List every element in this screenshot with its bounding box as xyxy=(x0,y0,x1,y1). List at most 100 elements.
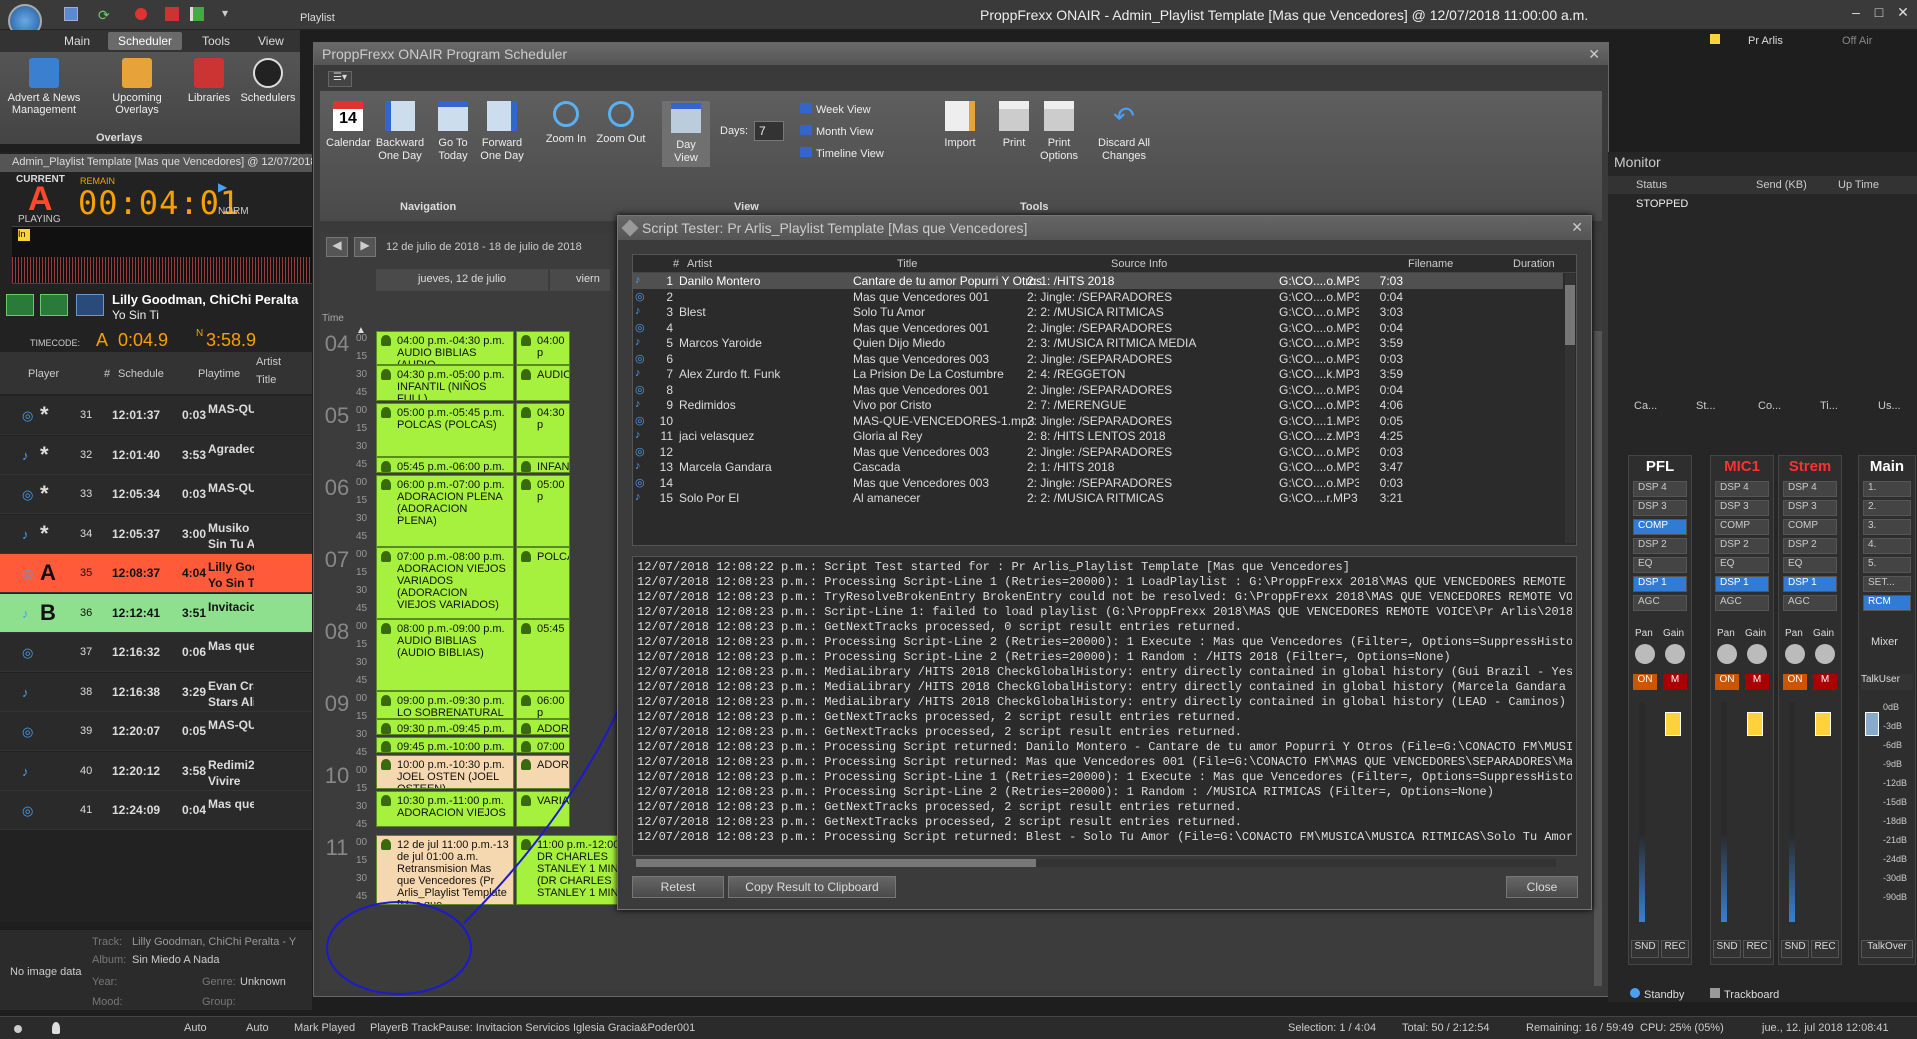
print-button[interactable]: Print xyxy=(996,101,1032,150)
dsp-slot[interactable]: DSP 3 xyxy=(1715,500,1769,516)
result-row[interactable]: ◎ 2 Mas que Vencedores 001 2: Jingle: /SEPA… xyxy=(633,289,1563,305)
schedule-event[interactable]: 09:45 p.m.-10:00 p.m. xyxy=(376,737,514,753)
backward-button[interactable]: Backward One Day xyxy=(374,101,426,163)
dsp-slot[interactable]: DSP 3 xyxy=(1633,500,1687,516)
col-filename-header[interactable]: Filename xyxy=(1408,258,1453,270)
schedule-event[interactable]: 06:00 p xyxy=(516,691,570,719)
dsp-slot[interactable]: AGC xyxy=(1783,595,1837,611)
result-row[interactable]: ◎ 14 Mas que Vencedores 003 2: Jingle: /SEP… xyxy=(633,475,1563,491)
dsp-slot[interactable]: 4. xyxy=(1863,538,1911,554)
tab-co[interactable]: Co... xyxy=(1758,400,1781,412)
result-row[interactable]: ♪ 9 Redimidos Vivo por Cristo 2: 7: /MERENGU… xyxy=(633,397,1563,413)
col-player[interactable]: Player xyxy=(28,368,59,380)
col-playtime[interactable]: Playtime xyxy=(198,368,240,380)
log-hscroll[interactable] xyxy=(636,859,1556,867)
tab-main[interactable]: Main xyxy=(54,32,100,50)
scheduler-close-icon[interactable]: ✕ xyxy=(1588,46,1600,63)
schedulers-button[interactable]: Schedulers xyxy=(240,58,296,104)
list-scrollbar[interactable] xyxy=(1565,273,1575,543)
schedule-event[interactable]: 04:30 p xyxy=(516,403,570,457)
scheduler-menu-icon[interactable]: ☰▾ xyxy=(328,71,352,87)
col-schedule[interactable]: Schedule xyxy=(118,368,164,380)
schedule-event[interactable]: 12 de jul 11:00 p.m.-13 de jul 01:00 a.m… xyxy=(376,835,514,905)
off-air-status[interactable]: Off Air xyxy=(1842,35,1872,47)
pan-knob[interactable] xyxy=(1635,644,1655,664)
snd-button[interactable]: SND xyxy=(1781,940,1809,958)
playlist-row[interactable]: ♪ * 34 12:05:37 3:00MusikoSin Tu Ar xyxy=(0,514,312,554)
next-button[interactable] xyxy=(40,294,68,316)
col-num[interactable]: # xyxy=(104,368,110,380)
day-header-2[interactable]: viern xyxy=(550,269,610,291)
close-icon[interactable]: ✕ xyxy=(1892,4,1914,24)
gain-knob[interactable] xyxy=(1747,644,1767,664)
dsp-slot[interactable]: COMP xyxy=(1783,519,1837,535)
col-artist[interactable]: Artist xyxy=(256,356,281,368)
schedule-event[interactable]: 05:00 p xyxy=(516,475,570,547)
list-scroll-thumb[interactable] xyxy=(1565,285,1575,345)
advert-news-button[interactable]: Advert & News Management xyxy=(4,58,84,116)
playlist-row[interactable]: ◎ 37 12:16:32 0:06 Mas que xyxy=(0,633,312,672)
day-view-button[interactable]: Day View xyxy=(662,101,710,167)
gain-knob[interactable] xyxy=(1815,644,1835,664)
dsp-slot[interactable]: 1. xyxy=(1863,481,1911,497)
result-row[interactable]: ♪ 11 jaci velasquez Gloria al Rey 2: 8: /HIT… xyxy=(633,428,1563,444)
tab-scheduler[interactable]: Scheduler xyxy=(108,32,183,50)
tab-ca[interactable]: Ca... xyxy=(1634,400,1657,412)
pan-knob[interactable] xyxy=(1785,644,1805,664)
playlist-row[interactable]: ♪ 40 12:20:12 3:58 Redimi2 Vivire xyxy=(0,751,312,791)
dsp-slot[interactable]: 5. xyxy=(1863,557,1911,573)
result-row[interactable]: ◎ 8 Mas que Vencedores 001 2: Jingle: /SEPA… xyxy=(633,382,1563,398)
col-duration-header[interactable]: Duration xyxy=(1513,258,1555,270)
week-view-button[interactable]: Week View xyxy=(800,103,871,116)
mark-played-label[interactable]: Mark Played xyxy=(294,1022,355,1034)
playlist-row[interactable]: ◎ 41 12:24:09 0:04 Mas que xyxy=(0,791,312,830)
schedule-event[interactable]: 04:00 p.m.-04:30 p.m. AUDIO BIBLIAS (AUD… xyxy=(376,331,514,365)
schedule-event[interactable]: INFANT xyxy=(516,457,570,473)
on-button[interactable]: ON xyxy=(1715,674,1739,690)
dsp-slot[interactable]: DSP 1 xyxy=(1783,576,1837,592)
dsp-slot[interactable]: 2. xyxy=(1863,500,1911,516)
quick-refresh-icon[interactable]: ⟳ xyxy=(98,7,114,23)
rec-button[interactable]: REC xyxy=(1743,940,1771,958)
schedule-event[interactable]: ADORA xyxy=(516,755,570,789)
goto-today-button[interactable]: Go To Today xyxy=(432,101,474,163)
talkuser-button[interactable]: TalkUser xyxy=(1861,674,1913,690)
dsp-slot[interactable]: DSP 4 xyxy=(1633,481,1687,497)
playlist-row[interactable]: ◎ * 31 12:01:37 0:03MAS-QUI xyxy=(0,396,312,435)
snd-button[interactable]: SND xyxy=(1713,940,1741,958)
quick-save-icon[interactable] xyxy=(64,7,78,21)
tab-st[interactable]: St... xyxy=(1696,400,1716,412)
dsp-slot[interactable]: EQ xyxy=(1715,557,1769,573)
trackboard-button[interactable]: Trackboard xyxy=(1710,988,1779,1001)
days-input[interactable]: 7 xyxy=(754,121,784,141)
monitor-col-send[interactable]: Send (KB) xyxy=(1756,179,1807,191)
quick-record-icon[interactable] xyxy=(135,8,147,20)
dsp-slot[interactable]: DSP 4 xyxy=(1715,481,1769,497)
dsp-slot[interactable]: SET... xyxy=(1863,576,1911,592)
playlist-row[interactable]: ♪ 38 12:16:38 3:29Evan CraStars Alig xyxy=(0,672,312,712)
forward-button[interactable]: Forward One Day xyxy=(478,101,526,163)
timeline-view-button[interactable]: Timeline View xyxy=(800,147,884,160)
dsp-slot[interactable]: DSP 1 xyxy=(1633,576,1687,592)
volume-fader[interactable] xyxy=(1815,712,1831,736)
print-options-button[interactable]: Print Options xyxy=(1036,101,1082,163)
result-row[interactable]: ♪ 1 Danilo Montero Cantare de tu amor Popur… xyxy=(633,273,1563,289)
quick-flag-icon[interactable] xyxy=(165,7,179,21)
zoom-in-button[interactable]: Zoom In xyxy=(544,101,588,146)
playlist-row[interactable]: ◎ A 35 12:08:37 4:04Lilly Goo Yo Sin Ti xyxy=(0,554,312,593)
dsp-slot[interactable]: EQ xyxy=(1783,557,1837,573)
result-row[interactable]: ♪ 13 Marcela Gandara Cascada 2: 1: /HITS 201… xyxy=(633,459,1563,475)
calendar-button[interactable]: 14 Calendar xyxy=(326,101,371,150)
retest-button[interactable]: Retest xyxy=(632,876,724,898)
maximize-icon[interactable]: □ xyxy=(1868,4,1890,24)
dsp-slot[interactable]: AGC xyxy=(1633,595,1687,611)
playlist-row[interactable]: ♪ * 32 12:01:40 3:53Agradeci xyxy=(0,435,312,475)
dsp-slot[interactable]: DSP 1 xyxy=(1715,576,1769,592)
user-name[interactable]: Pr Arlis xyxy=(1748,35,1783,47)
col-source-header[interactable]: Source Info xyxy=(1111,258,1167,270)
col-artist-header[interactable]: Artist xyxy=(687,258,712,270)
standby-button[interactable]: Standby xyxy=(1630,988,1684,1001)
schedule-event[interactable]: 04:00 p xyxy=(516,331,570,365)
tab-us[interactable]: Us... xyxy=(1878,400,1901,412)
playlist-row[interactable]: ◎ * 33 12:05:34 0:03MAS-QUI xyxy=(0,475,312,514)
